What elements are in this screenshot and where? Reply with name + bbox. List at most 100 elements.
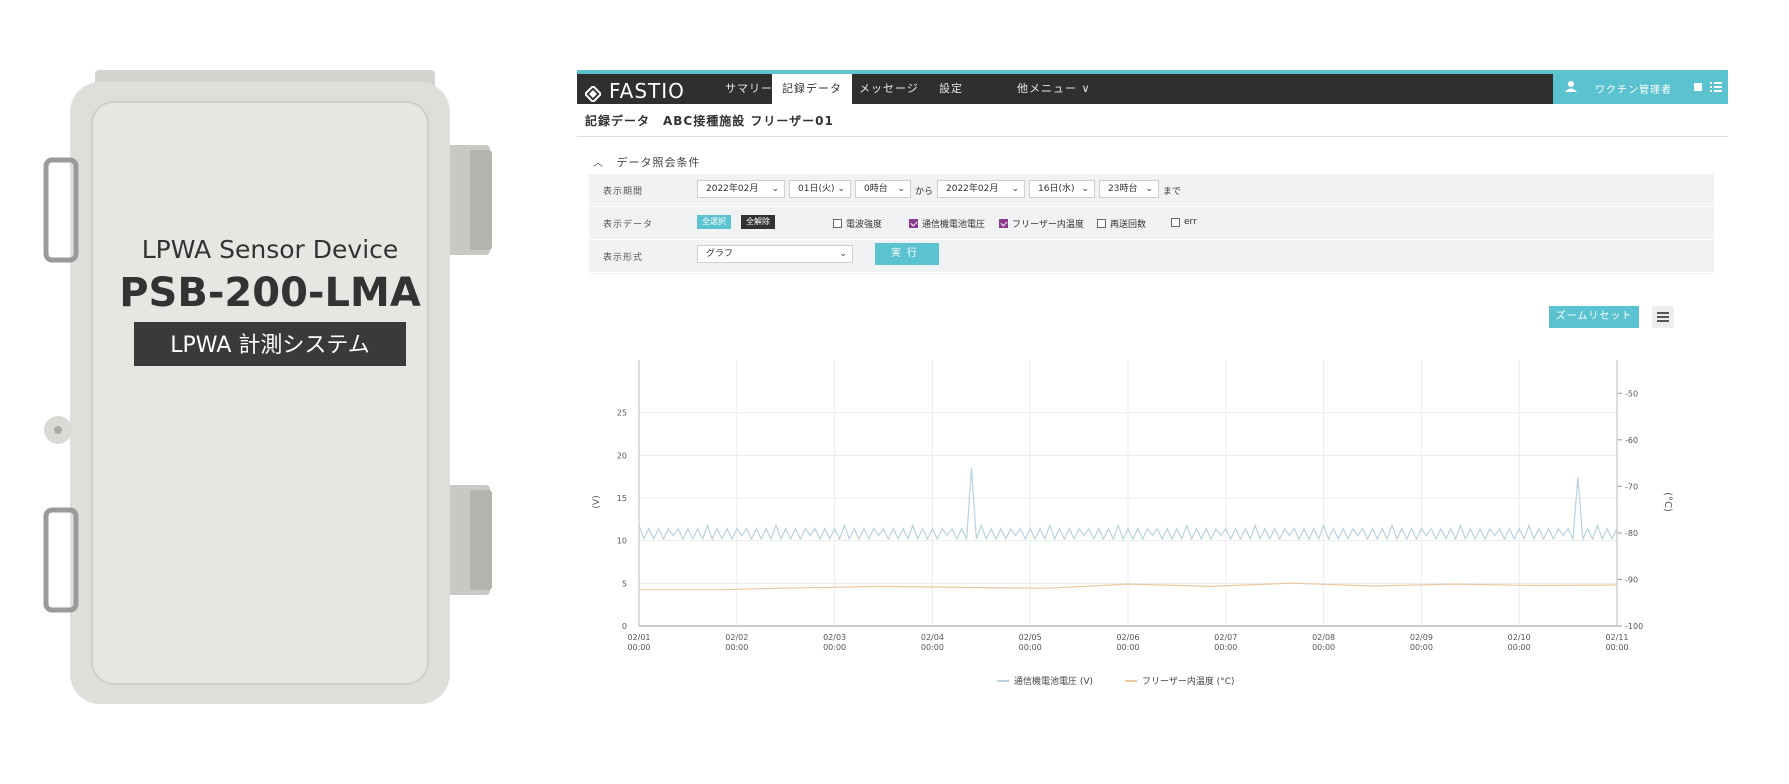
x-tick-label-time: 00:00 xyxy=(1410,643,1433,652)
line-chart[interactable]: 0510152025-100-90-80-70-60-5002/0100:000… xyxy=(577,330,1728,720)
clear-all-button[interactable]: 全解除 xyxy=(741,215,775,229)
y-right-tick-label: -50 xyxy=(1625,389,1638,398)
nav-tab-messages[interactable]: メッセージ xyxy=(849,74,929,104)
window-icon[interactable] xyxy=(1693,82,1703,92)
x-tick-label-date: 02/05 xyxy=(1019,633,1042,642)
y-right-tick-label: -60 xyxy=(1625,436,1638,445)
y-left-tick-label: 15 xyxy=(617,494,627,503)
from-separator: から xyxy=(915,187,934,197)
check-signal-strength[interactable]: 電波強度 xyxy=(833,217,882,230)
checkbox-checked[interactable] xyxy=(909,219,918,228)
chart-menu-button[interactable] xyxy=(1652,306,1674,328)
hamburger-icon xyxy=(1657,312,1669,322)
y-left-tick-label: 10 xyxy=(617,537,627,546)
x-tick-label-date: 02/08 xyxy=(1312,633,1335,642)
to-month-value: 2022年02月 xyxy=(946,184,999,194)
device-photo: LPWA Sensor Device PSB-200-LMA LPWA 計測シス… xyxy=(43,70,492,704)
chevron-down-icon: ⌄ xyxy=(839,249,847,259)
nav-tab-other-menu[interactable]: 他メニュー ∨ xyxy=(1007,74,1101,104)
conditions-panel: 表示期間 2022年02月 ⌄ 01日(火) ⌄ 0時台 ⌄ から 2022年02月 ⌄… xyxy=(589,174,1714,274)
checkbox[interactable] xyxy=(1097,219,1106,228)
period-label: 表示期間 xyxy=(603,187,644,197)
data-label: 表示データ xyxy=(603,220,654,230)
nav-tab-settings[interactable]: 設定 xyxy=(929,74,973,104)
conditions-toggle[interactable]: ︿ データ照会条件 xyxy=(593,154,701,170)
y-right-tick-label: -70 xyxy=(1625,482,1638,491)
chevron-up-icon: ︿ xyxy=(593,158,604,169)
y-left-tick-label: 0 xyxy=(622,622,627,631)
format-select[interactable]: グラフ ⌄ xyxy=(697,245,853,263)
from-day-select[interactable]: 01日(火) ⌄ xyxy=(789,180,851,198)
app-logo[interactable]: FASTIO xyxy=(583,78,685,104)
list-menu-icon[interactable] xyxy=(1710,81,1722,93)
check-err[interactable]: err xyxy=(1171,217,1197,227)
app-window: FASTIO サマリー 記録データ メッセージ 設定 他メニュー ∨ ワクチン管… xyxy=(577,70,1728,720)
zoom-reset-button[interactable]: ズームリセット xyxy=(1549,306,1639,328)
to-separator: まで xyxy=(1163,187,1182,197)
chevron-down-icon: ⌄ xyxy=(1081,184,1089,194)
check-battery-voltage[interactable]: 通信機電池電圧 xyxy=(909,217,985,230)
from-month-value: 2022年02月 xyxy=(706,184,759,194)
x-tick-label-time: 00:00 xyxy=(1605,643,1628,652)
from-hour-value: 0時台 xyxy=(864,184,888,194)
check-resend-count-label: 再送回数 xyxy=(1110,220,1147,230)
y-left-tick-label: 25 xyxy=(617,409,627,418)
app-logo-text: FASTIO xyxy=(609,79,685,103)
x-tick-label-time: 00:00 xyxy=(921,643,944,652)
from-hour-select[interactable]: 0時台 ⌄ xyxy=(855,180,911,198)
device-hinge-top-pin xyxy=(470,150,492,250)
to-hour-value: 23時台 xyxy=(1108,184,1138,194)
x-tick-label-time: 00:00 xyxy=(1214,643,1237,652)
x-tick-label-date: 02/02 xyxy=(725,633,748,642)
y-right-tick-label: -90 xyxy=(1625,575,1638,584)
y-left-tick-label: 20 xyxy=(617,451,627,460)
device-lid xyxy=(91,101,429,685)
device-banner-text: LPWA 計測システム xyxy=(170,333,369,358)
y-right-tick-label: -100 xyxy=(1625,622,1643,631)
to-day-value: 16日(水) xyxy=(1038,184,1075,194)
x-tick-label-time: 00:00 xyxy=(627,643,650,652)
period-row: 表示期間 2022年02月 ⌄ 01日(火) ⌄ 0時台 ⌄ から 2022年02月 ⌄… xyxy=(589,174,1714,207)
x-tick-label-time: 00:00 xyxy=(823,643,846,652)
from-month-select[interactable]: 2022年02月 ⌄ xyxy=(697,180,785,198)
y-right-tick-label: -80 xyxy=(1625,529,1638,538)
check-err-label: err xyxy=(1184,217,1197,227)
from-day-value: 01日(火) xyxy=(798,184,835,194)
y-left-axis-title: (V) xyxy=(592,495,602,508)
chart-axes: 0510152025-100-90-80-70-60-5002/0100:000… xyxy=(592,360,1673,652)
to-day-select[interactable]: 16日(水) ⌄ xyxy=(1029,180,1095,198)
data-row: 表示データ 全選択 全解除 電波強度 通信機電池電圧 フリーザー内温度 再送回数… xyxy=(589,207,1714,240)
user-icon xyxy=(1565,81,1577,92)
run-button[interactable]: 実行 xyxy=(875,243,939,265)
select-all-button[interactable]: 全選択 xyxy=(697,215,731,229)
device-model: PSB-200-LMA xyxy=(119,270,421,316)
breadcrumb-divider xyxy=(577,136,1728,137)
user-name: ワクチン管理者 xyxy=(1595,85,1672,96)
chevron-down-icon: ⌄ xyxy=(1145,184,1153,194)
x-tick-label-time: 00:00 xyxy=(725,643,748,652)
legend-label-temp: フリーザー内温度 (°C) xyxy=(1142,675,1235,687)
x-tick-label-time: 00:00 xyxy=(1019,643,1042,652)
chevron-down-icon: ⌄ xyxy=(1011,184,1019,194)
to-month-select[interactable]: 2022年02月 ⌄ xyxy=(937,180,1025,198)
chevron-down-icon: ⌄ xyxy=(837,184,845,194)
nav-tab-records[interactable]: 記録データ xyxy=(772,74,852,104)
top-nav-bar: FASTIO サマリー 記録データ メッセージ 設定 他メニュー ∨ ワクチン管… xyxy=(577,70,1728,104)
conditions-title: データ照会条件 xyxy=(616,156,701,169)
checkbox[interactable] xyxy=(833,219,842,228)
checkbox[interactable] xyxy=(1171,217,1180,227)
device-mount-hole xyxy=(54,426,62,434)
device-line1: LPWA Sensor Device xyxy=(142,235,399,264)
check-resend-count[interactable]: 再送回数 xyxy=(1097,217,1146,230)
logo-diamond-icon xyxy=(583,83,603,104)
check-freezer-temp[interactable]: フリーザー内温度 xyxy=(999,217,1084,230)
checkbox-checked[interactable] xyxy=(999,219,1008,228)
to-hour-select[interactable]: 23時台 ⌄ xyxy=(1099,180,1159,198)
chart-grid xyxy=(638,360,1618,627)
x-tick-label-date: 02/03 xyxy=(823,633,846,642)
x-tick-label-time: 00:00 xyxy=(1116,643,1139,652)
user-menu[interactable]: ワクチン管理者 xyxy=(1553,70,1728,104)
check-freezer-temp-label: フリーザー内温度 xyxy=(1012,220,1084,230)
chart-legend: 通信機電池電圧 (V) フリーザー内温度 (°C) xyxy=(997,675,1235,687)
y-right-axis-title: (°C) xyxy=(1662,492,1673,512)
